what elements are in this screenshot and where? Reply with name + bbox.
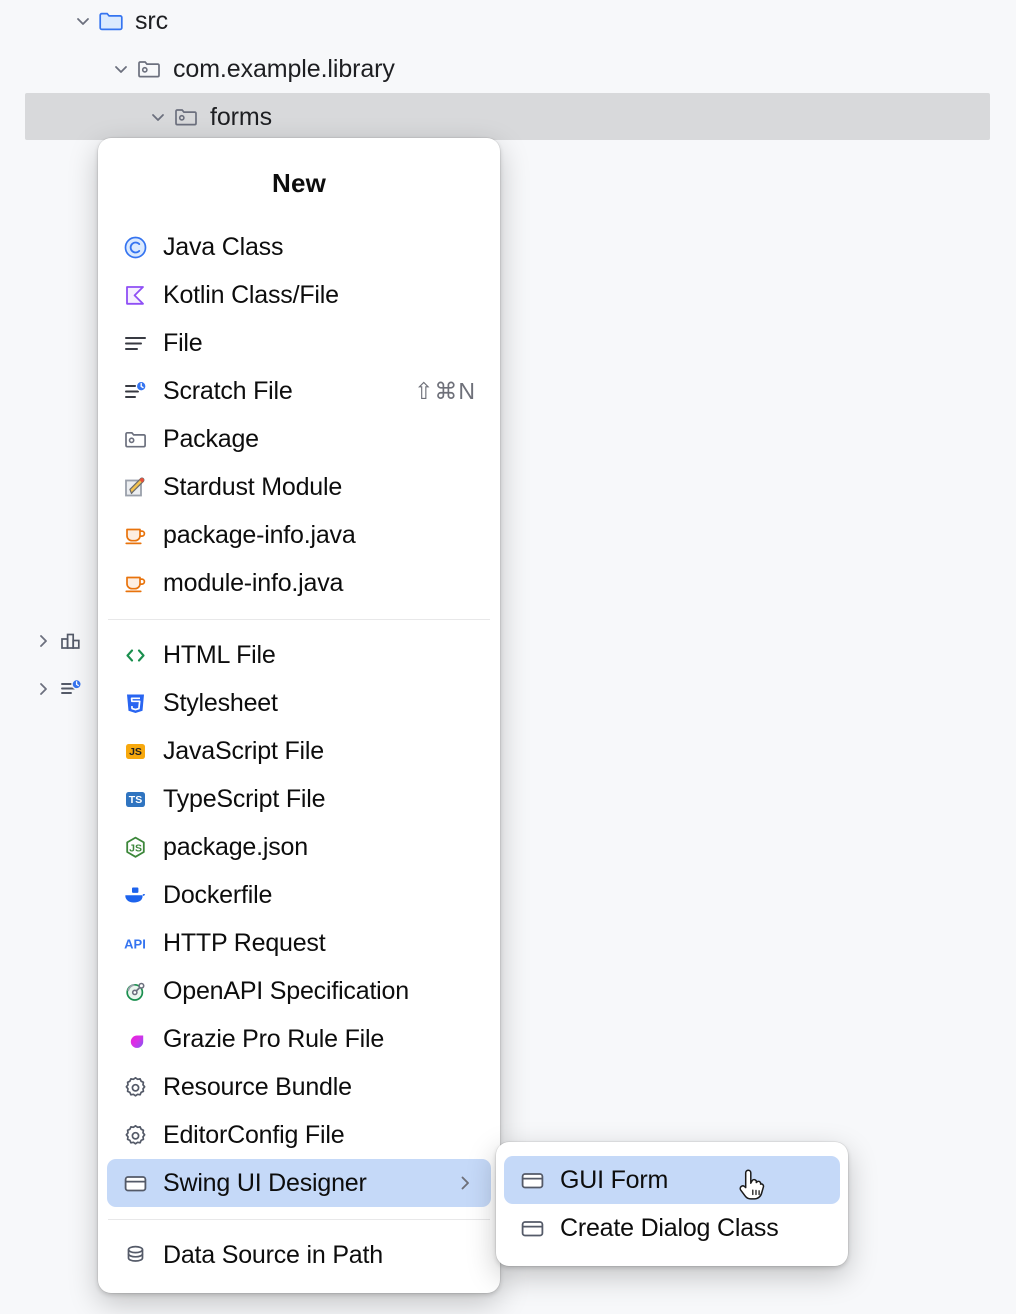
menu-item-label: Kotlin Class/File (163, 281, 339, 310)
menu-item-swing-ui-designer[interactable]: Swing UI Designer (107, 1159, 491, 1207)
menu-item-file[interactable]: File (107, 319, 491, 367)
menu-item-grazie-pro-rule-file[interactable]: Grazie Pro Rule File (107, 1015, 491, 1063)
scratches-icon (56, 674, 86, 704)
menu-item-label: Swing UI Designer (163, 1169, 367, 1198)
menu-item-label: Package (163, 425, 259, 454)
swing-ui-designer-submenu: GUI Form Create Dialog Class (496, 1142, 848, 1266)
menu-item-module-info-java[interactable]: module-info.java (107, 559, 491, 607)
menu-item-label: package-info.java (163, 521, 356, 550)
svg-text:JS: JS (129, 842, 142, 854)
javascript-file-icon: JS (120, 736, 150, 766)
menu-item-scratch-file[interactable]: Scratch File ⇧⌘N (107, 367, 491, 415)
menu-item-label: Java Class (163, 233, 283, 262)
menu-item-label: Dockerfile (163, 881, 272, 910)
bar-chart-icon (56, 626, 86, 656)
database-icon (120, 1240, 150, 1270)
chevron-down-icon[interactable] (108, 56, 134, 82)
menu-item-label: Grazie Pro Rule File (163, 1025, 384, 1054)
stardust-module-icon (120, 472, 150, 502)
menu-item-label: Stylesheet (163, 689, 278, 718)
gear-icon (120, 1120, 150, 1150)
menu-item-html-file[interactable]: HTML File (107, 631, 491, 679)
menu-group-java: Java Class Kotlin Class/File File (98, 223, 500, 607)
typescript-file-icon: TS (120, 784, 150, 814)
new-context-menu: New Java Class Kotlin Class/File (98, 138, 500, 1293)
menu-item-resource-bundle[interactable]: Resource Bundle (107, 1063, 491, 1111)
menu-item-label: EditorConfig File (163, 1121, 344, 1150)
menu-item-label: Stardust Module (163, 473, 342, 502)
tree-label: forms (210, 103, 272, 132)
menu-item-label: Resource Bundle (163, 1073, 352, 1102)
svg-text:TS: TS (128, 794, 141, 806)
menu-item-label: module-info.java (163, 569, 343, 598)
ui-form-icon (120, 1168, 150, 1198)
menu-title: New (98, 146, 500, 223)
submenu-item-label: GUI Form (560, 1166, 668, 1195)
css-file-icon (120, 688, 150, 718)
menu-item-typescript-file[interactable]: TS TypeScript File (107, 775, 491, 823)
menu-item-editorconfig-file[interactable]: EditorConfig File (107, 1111, 491, 1159)
menu-item-kotlin-class-file[interactable]: Kotlin Class/File (107, 271, 491, 319)
chevron-down-icon[interactable] (70, 8, 96, 34)
tree-label: com.example.library (173, 55, 395, 84)
java-cup-icon (120, 568, 150, 598)
menu-item-openapi-specification[interactable]: OpenAPI Specification (107, 967, 491, 1015)
openapi-icon (120, 976, 150, 1006)
http-request-api-icon: API (120, 928, 150, 958)
java-class-icon (120, 232, 150, 262)
chevron-right-icon[interactable] (30, 676, 56, 702)
menu-separator (108, 619, 490, 620)
submenu-item-gui-form[interactable]: GUI Form (504, 1156, 840, 1204)
menu-item-label: File (163, 329, 202, 358)
menu-item-dockerfile[interactable]: Dockerfile (107, 871, 491, 919)
menu-item-label: OpenAPI Specification (163, 977, 409, 1006)
menu-item-label: package.json (163, 833, 308, 862)
menu-item-http-request[interactable]: API HTTP Request (107, 919, 491, 967)
tree-row-package[interactable]: com.example.library (0, 45, 1016, 93)
ui-form-icon (517, 1213, 547, 1243)
nodejs-icon: JS (120, 832, 150, 862)
kotlin-file-icon (120, 280, 150, 310)
package-folder-icon (171, 102, 201, 132)
grazie-icon (120, 1024, 150, 1054)
chevron-right-icon[interactable] (30, 628, 56, 654)
tree-row-src[interactable]: src (0, 0, 1016, 45)
submenu-item-create-dialog-class[interactable]: Create Dialog Class (504, 1204, 840, 1252)
tree-row-forms[interactable]: forms (0, 93, 1016, 141)
tree-label: src (135, 7, 168, 36)
menu-item-java-class[interactable]: Java Class (107, 223, 491, 271)
menu-separator (108, 1219, 490, 1220)
chevron-down-icon[interactable] (145, 104, 171, 130)
menu-item-package[interactable]: Package (107, 415, 491, 463)
menu-item-label: TypeScript File (163, 785, 325, 814)
package-folder-icon (120, 424, 150, 454)
menu-group-web: HTML File Stylesheet JS JavaScript File (98, 631, 500, 1207)
ui-form-icon (517, 1165, 547, 1195)
menu-item-label: Scratch File (163, 377, 293, 406)
menu-group-data: Data Source in Path (98, 1231, 500, 1279)
menu-item-label: Data Source in Path (163, 1241, 383, 1270)
menu-item-label: HTML File (163, 641, 276, 670)
menu-item-javascript-file[interactable]: JS JavaScript File (107, 727, 491, 775)
submenu-item-label: Create Dialog Class (560, 1214, 779, 1243)
gear-icon (120, 1072, 150, 1102)
folder-source-icon (96, 6, 126, 36)
menu-item-label: JavaScript File (163, 737, 324, 766)
chevron-right-icon[interactable] (454, 1172, 478, 1194)
menu-item-package-json[interactable]: JS package.json (107, 823, 491, 871)
menu-item-shortcut: ⇧⌘N (414, 378, 478, 405)
menu-item-stardust-module[interactable]: Stardust Module (107, 463, 491, 511)
menu-item-label: HTTP Request (163, 929, 325, 958)
html-file-icon (120, 640, 150, 670)
svg-text:JS: JS (129, 746, 142, 758)
docker-icon (120, 880, 150, 910)
java-cup-icon (120, 520, 150, 550)
menu-item-data-source-in-path[interactable]: Data Source in Path (107, 1231, 491, 1279)
menu-item-stylesheet[interactable]: Stylesheet (107, 679, 491, 727)
scratch-file-icon (120, 376, 150, 406)
svg-text:API: API (124, 936, 146, 951)
file-icon (120, 328, 150, 358)
menu-item-package-info-java[interactable]: package-info.java (107, 511, 491, 559)
package-folder-icon (134, 54, 164, 84)
